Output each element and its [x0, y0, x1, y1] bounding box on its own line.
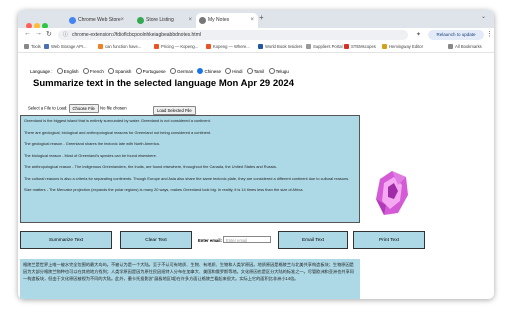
bookmarks-bar: Tools Web Storage API... can function ha…	[18, 42, 494, 53]
bookmark-item[interactable]: World Book Insiders	[258, 43, 302, 51]
page-title: Summarize text in the selected language …	[33, 78, 294, 89]
bookmark-item[interactable]: Tools	[24, 43, 41, 51]
all-bookmarks[interactable]: All Bookmarks	[448, 43, 482, 51]
bookmark-favicon-icon	[206, 44, 211, 49]
store-listing-icon	[137, 17, 144, 24]
summarize-text-button[interactable]: Summarize Text	[20, 231, 112, 249]
page-content: Language : English French Spanish Portug…	[18, 53, 494, 299]
tab-label: Chrome Web Store	[78, 17, 121, 23]
paragraph: The geological reason - Greenland shares…	[24, 141, 160, 146]
tab-my-notes[interactable]: My Notes ×	[196, 13, 258, 28]
bookmark-favicon-icon	[258, 44, 263, 49]
email-label: Enter email:	[198, 238, 222, 243]
chrome-web-store-icon	[69, 17, 76, 24]
tab-close-icon[interactable]: ×	[120, 13, 124, 28]
choose-file-button[interactable]: Choose File	[68, 104, 99, 113]
paragraph: There are geological, biological and ant…	[24, 129, 212, 135]
paragraph: The anthropological reason - The indigen…	[24, 164, 277, 169]
radio-tamil[interactable]	[246, 68, 253, 74]
file-load-row: Select a File to Load: Choose File No fi…	[28, 104, 127, 113]
browser-menu-icon[interactable]: ⋮	[486, 30, 493, 38]
folder-icon	[448, 44, 453, 49]
radio-spanish[interactable]	[108, 68, 115, 74]
tab-close-icon[interactable]: ×	[250, 13, 254, 28]
translated-summary: 格陵兰是世界上唯一被水完全包围的最大岛屿。不被认为是一个大陆。至于不认可有地质、…	[20, 259, 360, 299]
radio-telugu[interactable]	[268, 68, 275, 74]
relaunch-button[interactable]: Relaunch to update	[428, 30, 484, 40]
new-tab-icon[interactable]: +	[259, 13, 264, 22]
tab-store-listing[interactable]: Store Listing ×	[134, 13, 196, 28]
address-bar[interactable]: ⓘ chrome-extension://fdioflcbcpoolnhkeia…	[58, 30, 408, 40]
radio-german[interactable]	[169, 68, 176, 74]
email-text-button[interactable]: Email Text	[278, 231, 348, 249]
bookmark-favicon-icon	[98, 44, 103, 49]
bookmark-item[interactable]: can function have...	[98, 43, 141, 51]
clear-text-button[interactable]: Clear Text	[120, 231, 192, 249]
bookmark-item[interactable]: STEMscopes	[344, 43, 376, 51]
radio-chinese[interactable]	[197, 68, 204, 74]
notes-textarea[interactable]: Greenland is the biggest island that is …	[20, 115, 360, 223]
print-text-button[interactable]: Print Text	[353, 231, 425, 249]
forward-icon[interactable]: →	[35, 30, 42, 37]
language-selector: Language : English French Spanish Portug…	[30, 68, 289, 74]
extensions-icon[interactable]: ✦	[416, 31, 421, 38]
back-icon[interactable]: ←	[24, 30, 31, 37]
tab-close-icon[interactable]: ×	[188, 13, 192, 28]
tab-chrome-web-store[interactable]: Chrome Web Store ×	[66, 13, 128, 28]
tab-strip: Chrome Web Store × Store Listing × My No…	[18, 10, 494, 29]
load-selected-file-button[interactable]: Load Selected File	[153, 106, 196, 116]
bookmark-favicon-icon	[44, 44, 49, 49]
bookmark-item[interactable]: Hemingway Editor	[382, 43, 423, 51]
bookmark-item[interactable]: Suppliers Portal	[306, 43, 343, 51]
browser-toolbar: ← → ↻ ⓘ chrome-extension://fdioflcbcpool…	[18, 28, 494, 42]
decorative-crystal-image	[376, 171, 408, 215]
url-text: chrome-extension://fdioflcbcpoolnhkeiagb…	[72, 32, 201, 38]
reload-icon[interactable]: ↻	[46, 30, 52, 38]
paragraph: Greenland is the biggest island that is …	[24, 118, 211, 123]
browser-window: Chrome Web Store × Store Listing × My No…	[18, 10, 494, 299]
bookmark-item[interactable]: Pricing — Kopeng...	[154, 43, 198, 51]
paragraph: The biological reason - Most of Greenlan…	[24, 152, 157, 158]
bookmark-item[interactable]: Web Storage API...	[44, 43, 87, 51]
radio-english[interactable]	[56, 68, 63, 74]
site-info-icon[interactable]: ⓘ	[63, 30, 68, 40]
bookmark-item[interactable]: Kopeng — Where...	[206, 43, 250, 51]
email-input[interactable]: Enter email	[223, 236, 271, 243]
bookmark-favicon-icon	[344, 44, 349, 49]
extension-page-icon	[199, 17, 206, 24]
no-file-text: No file chosen	[100, 105, 127, 111]
tab-label: Store Listing	[146, 17, 174, 23]
bookmark-favicon-icon	[154, 44, 159, 49]
radio-portuguese[interactable]	[135, 68, 142, 74]
tab-label: My Notes	[208, 17, 230, 23]
folder-icon	[24, 44, 29, 49]
bookmark-favicon-icon	[382, 44, 387, 49]
tab-search-icon[interactable]: ⌄	[481, 13, 486, 20]
bookmark-favicon-icon	[306, 44, 311, 49]
paragraph: Size matters - The Mercator projection (…	[24, 187, 304, 192]
select-file-label: Select a File to Load:	[28, 105, 68, 111]
radio-hindi[interactable]	[225, 68, 232, 74]
paragraph: The cultural reasons is also a criteria …	[24, 175, 350, 181]
radio-french[interactable]	[82, 68, 89, 74]
language-label: Language :	[30, 69, 53, 74]
